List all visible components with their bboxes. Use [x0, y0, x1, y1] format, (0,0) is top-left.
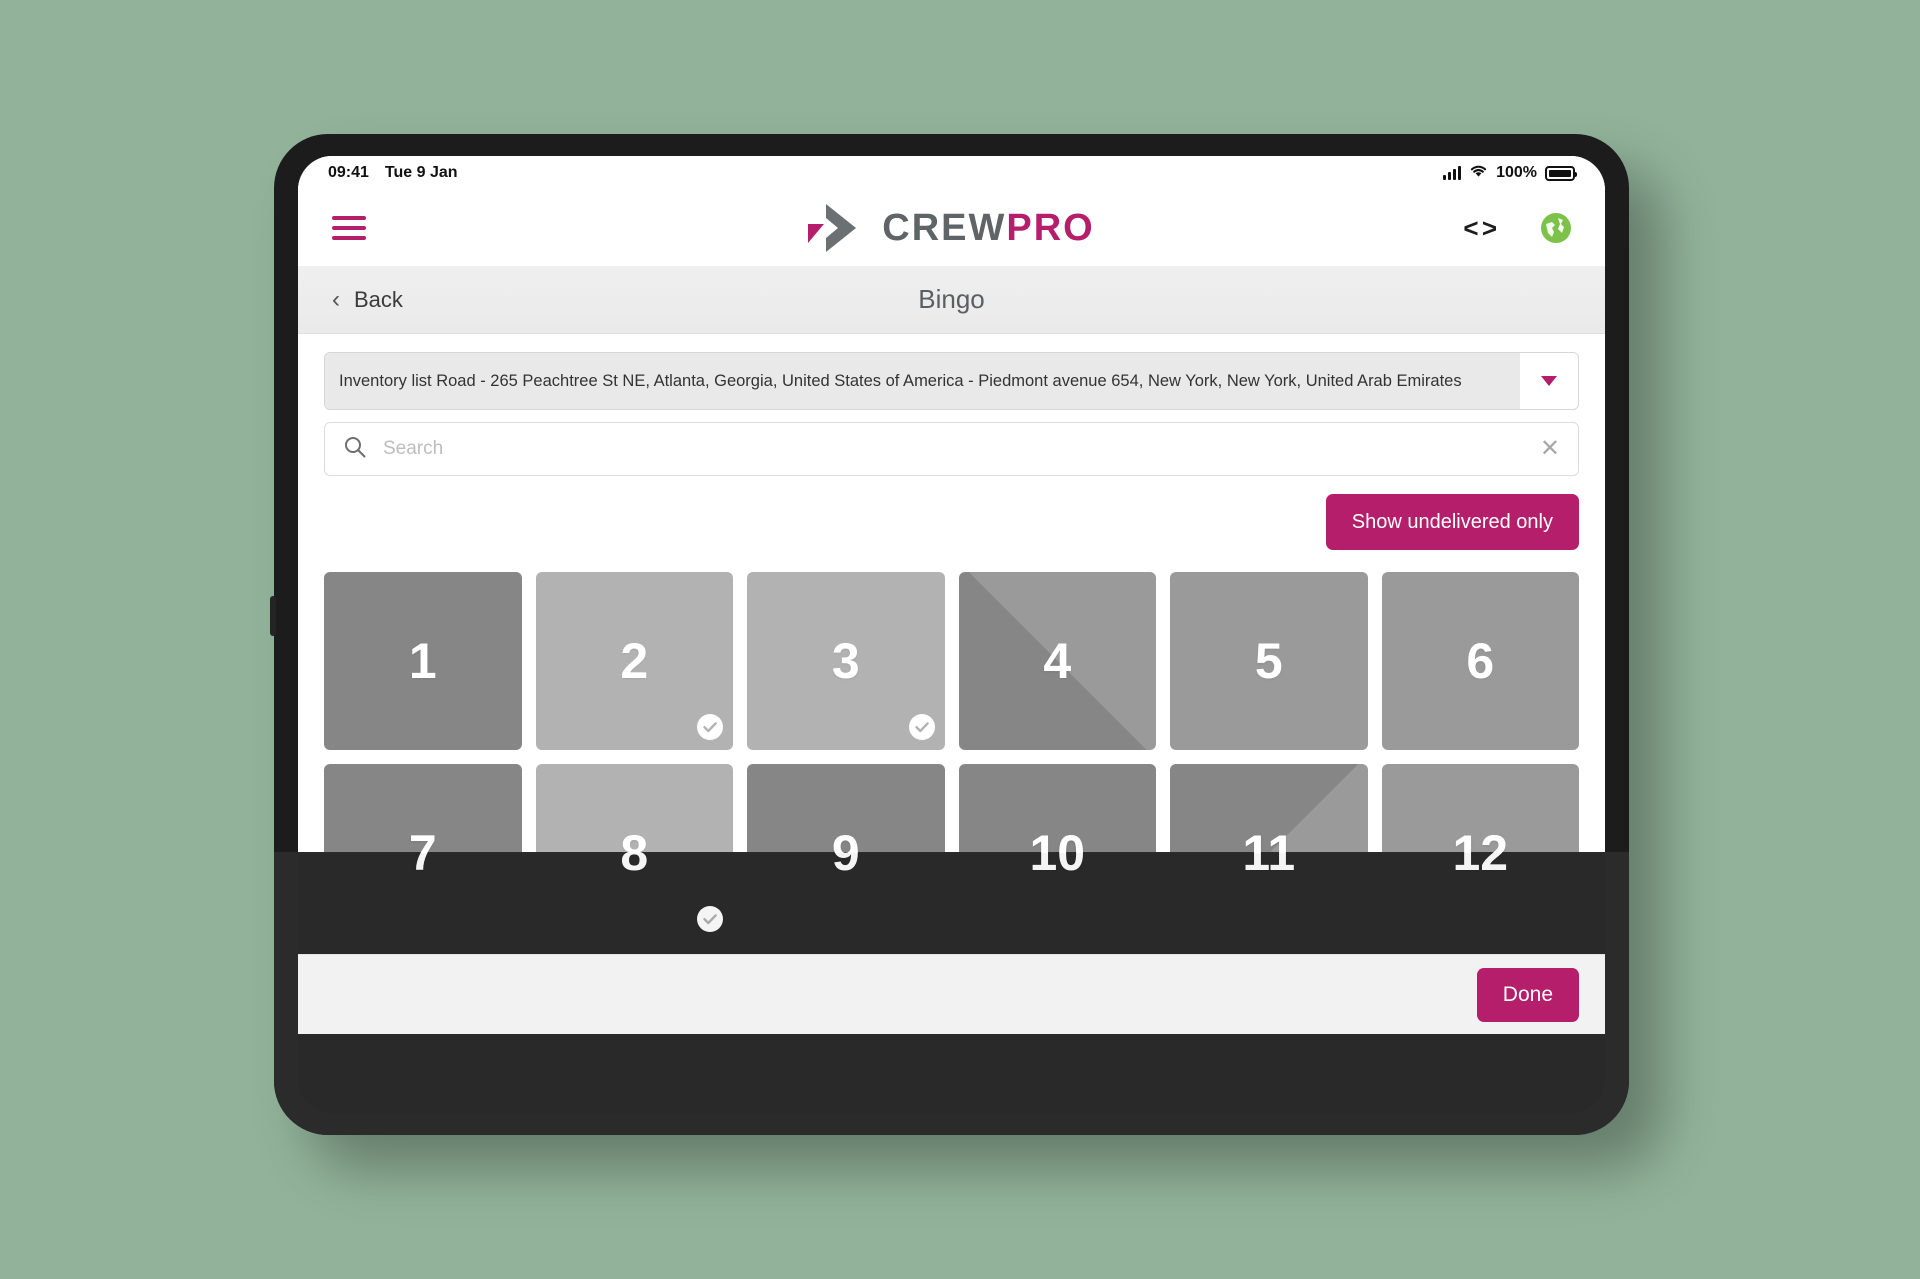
- bingo-tile[interactable]: 6: [1381, 572, 1579, 750]
- delivered-check-icon: [697, 906, 723, 932]
- sub-header-bar: ‹ Back Bingo: [298, 266, 1605, 334]
- close-icon[interactable]: ✕: [1540, 437, 1560, 461]
- bingo-tile[interactable]: 2: [535, 572, 733, 750]
- back-button-label: Back: [354, 286, 403, 312]
- address-dropdown-value: Inventory list Road - 265 Peachtree St N…: [325, 353, 1520, 409]
- logo-wordmark: CREWPRO: [882, 207, 1094, 250]
- bingo-tile-label: 10: [1029, 825, 1086, 881]
- cellular-bars-icon: [1443, 166, 1462, 180]
- status-bar: 09:41 Tue 9 Jan 100%: [298, 156, 1605, 190]
- battery-full-icon: [1545, 165, 1577, 181]
- logo-text-pro: PRO: [1006, 206, 1095, 249]
- logo-text-crew: CREW: [882, 206, 1007, 249]
- bingo-tile[interactable]: 3: [747, 572, 945, 750]
- header-actions: < >: [1463, 213, 1571, 244]
- bingo-tile-label: 5: [1254, 633, 1283, 689]
- bingo-tile-label: 9: [831, 825, 860, 881]
- search-icon: [343, 435, 367, 464]
- bingo-tile-label: 11: [1242, 825, 1296, 881]
- status-time: 09:41: [328, 164, 369, 181]
- back-button[interactable]: ‹ Back: [332, 287, 403, 313]
- search-bar[interactable]: ✕: [324, 422, 1579, 476]
- bottom-action-bar: Done: [298, 954, 1605, 1034]
- bingo-tile-label: 4: [1043, 633, 1072, 689]
- bingo-tile[interactable]: 4: [958, 572, 1156, 750]
- bingo-tile-label: 3: [831, 633, 860, 689]
- main-content: Inventory list Road - 265 Peachtree St N…: [298, 334, 1605, 1113]
- hamburger-menu-icon[interactable]: [332, 210, 366, 246]
- wifi-icon: [1469, 164, 1488, 183]
- tablet-device: 09:41 Tue 9 Jan 100% CREWPRO < > ‹ Back …: [270, 134, 1629, 1135]
- filter-row: Show undelivered only: [324, 494, 1579, 550]
- bingo-tile-label: 12: [1452, 825, 1509, 881]
- bingo-tile[interactable]: 8: [535, 764, 733, 942]
- crewpro-logo: CREWPRO: [298, 190, 1605, 266]
- done-button[interactable]: Done: [1476, 967, 1579, 1022]
- chevron-left-icon: ‹: [332, 285, 340, 313]
- globe-icon[interactable]: [1541, 213, 1571, 243]
- bingo-tile-label: 8: [620, 825, 649, 881]
- bingo-tile[interactable]: 12: [1381, 764, 1579, 942]
- delivered-check-icon: [697, 714, 723, 740]
- bingo-tile[interactable]: 10: [958, 764, 1156, 942]
- code-brackets-icon[interactable]: < >: [1463, 213, 1497, 244]
- show-undelivered-only-button[interactable]: Show undelivered only: [1325, 494, 1579, 550]
- tablet-screen: 09:41 Tue 9 Jan 100% CREWPRO < > ‹ Back …: [298, 156, 1605, 1113]
- address-dropdown[interactable]: Inventory list Road - 265 Peachtree St N…: [324, 352, 1579, 410]
- bingo-tile-label: 1: [408, 633, 437, 689]
- volume-button[interactable]: [270, 596, 276, 636]
- app-header: CREWPRO < >: [298, 190, 1605, 266]
- bingo-tile-label: 2: [620, 633, 649, 689]
- bingo-tile[interactable]: 1: [324, 572, 522, 750]
- bingo-tile-label: 7: [408, 825, 437, 881]
- status-date: Tue 9 Jan: [384, 164, 458, 181]
- search-input[interactable]: [383, 438, 1524, 460]
- logo-mark-icon: [808, 202, 868, 254]
- status-bar-right: 100%: [1443, 164, 1577, 183]
- chevron-down-icon[interactable]: [1520, 353, 1578, 409]
- status-bar-left: 09:41 Tue 9 Jan: [328, 164, 458, 182]
- battery-percent-label: 100%: [1496, 164, 1537, 181]
- bingo-tile[interactable]: 9: [747, 764, 945, 942]
- bingo-tile[interactable]: 5: [1170, 572, 1368, 750]
- bingo-tile[interactable]: 7: [324, 764, 522, 942]
- page-title: Bingo: [918, 284, 985, 314]
- bingo-tile[interactable]: 11: [1170, 764, 1368, 942]
- bingo-tile-label: 6: [1466, 633, 1495, 689]
- delivered-check-icon: [908, 714, 935, 740]
